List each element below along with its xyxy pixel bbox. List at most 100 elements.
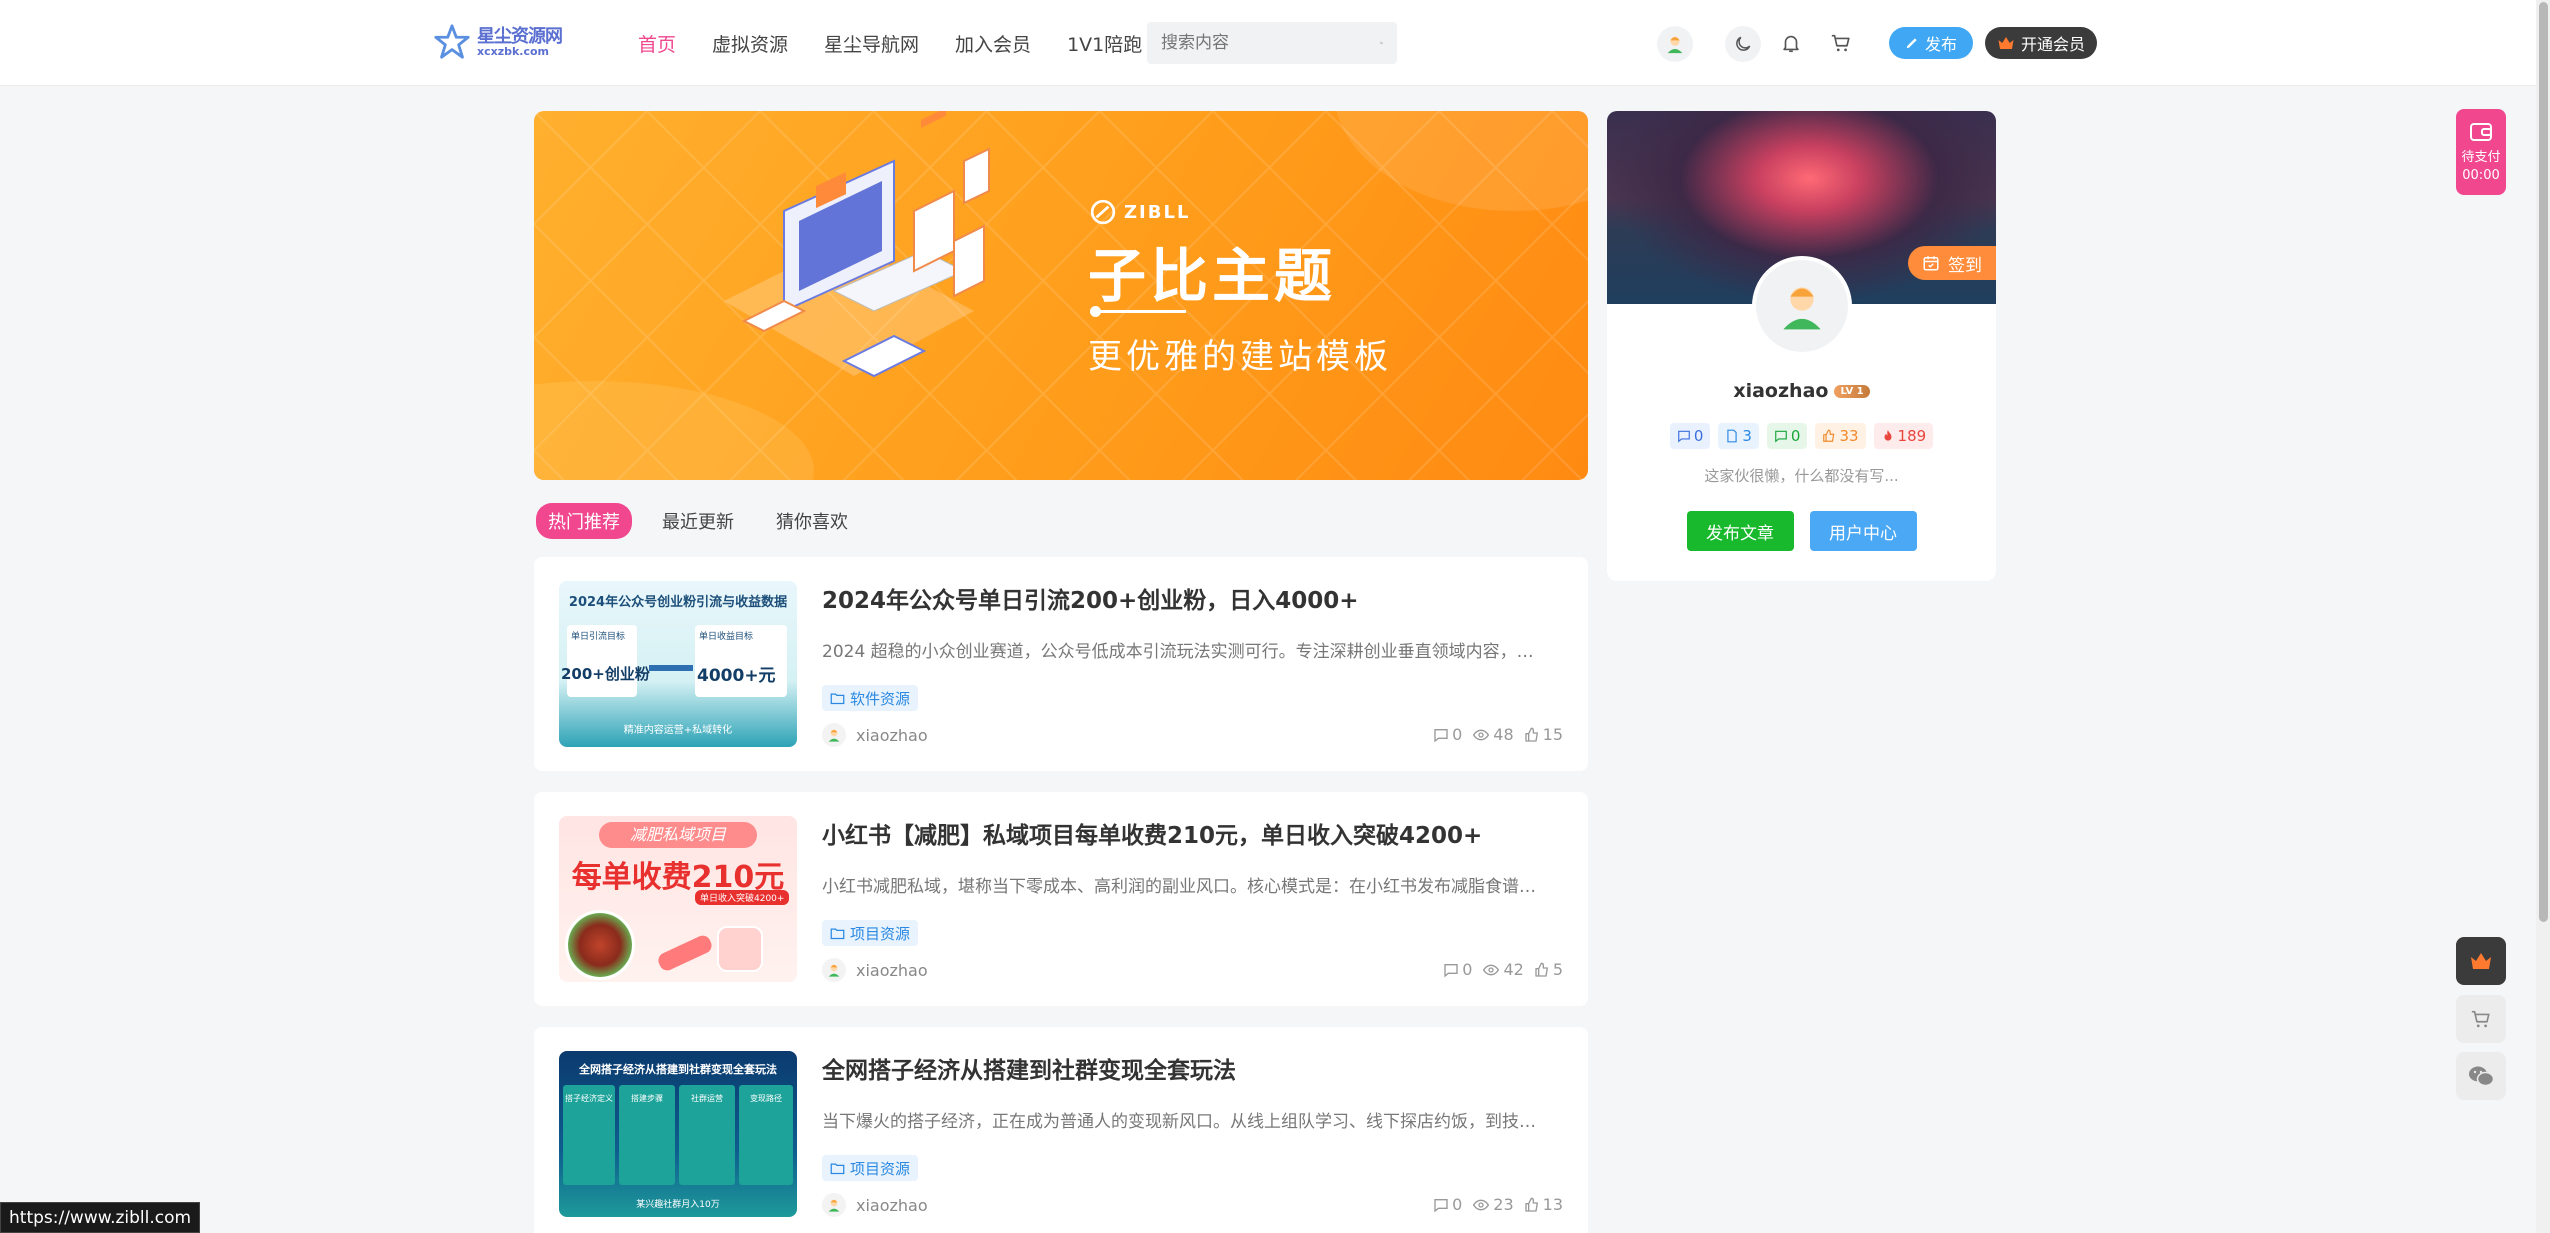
post-author[interactable]: xiaozhao: [822, 958, 928, 982]
post-card[interactable]: 2024年公众号创业粉引流与收益数据 单日引流目标 200+创业粉 单日收益目标…: [534, 557, 1588, 771]
stat-hot[interactable]: 189: [1873, 423, 1934, 449]
post-author[interactable]: xiaozhao: [822, 1193, 928, 1217]
author-avatar: [822, 958, 846, 982]
banner-brand: ZIBLL: [1090, 199, 1190, 225]
site-logo[interactable]: 星尘资源网 xcxzbk.com: [433, 20, 563, 64]
header-avatar[interactable]: [1657, 26, 1693, 62]
profile-username[interactable]: xiaozhao: [1733, 380, 1828, 402]
stat-messages-value: 0: [1790, 427, 1801, 445]
comment-count: 0: [1443, 960, 1472, 979]
stat-comments-value: 0: [1693, 427, 1704, 445]
sign-in-button[interactable]: 签到: [1908, 246, 1996, 280]
post-category-tag[interactable]: 项目资源: [822, 920, 919, 946]
pending-payment-label: 待支付: [2461, 150, 2501, 165]
pencil-icon: [1906, 38, 1917, 49]
float-vip-button[interactable]: [2456, 937, 2506, 985]
view-count-value: 42: [1503, 960, 1524, 979]
user-avatar-icon: [1667, 36, 1683, 54]
publish-article-button[interactable]: 发布文章: [1686, 511, 1794, 551]
publish-label: 发布: [1924, 35, 1957, 54]
like-count[interactable]: 5: [1534, 960, 1563, 979]
post-thumbnail[interactable]: 全网搭子经济从搭建到社群变现全套玩法 搭子经济定义 搭建步骤 社群运营 变现路径…: [559, 1051, 797, 1217]
tab-recent[interactable]: 最近更新: [650, 503, 746, 539]
nav-1v1[interactable]: 1V1陪跑: [1067, 30, 1142, 57]
stat-articles[interactable]: 3: [1718, 423, 1759, 449]
user-center-button[interactable]: 用户中心: [1809, 511, 1917, 551]
search-input[interactable]: [1161, 33, 1380, 53]
document-icon: [1727, 429, 1738, 443]
crown-icon: [1998, 37, 2014, 49]
comment-icon: [1434, 1198, 1448, 1212]
fire-icon: [1884, 430, 1892, 441]
profile-stats: 0 3 0 33 189: [1607, 423, 1996, 449]
star-logo-icon: [434, 24, 470, 59]
pending-payment-time: 00:00: [2462, 168, 2500, 183]
float-cart-button[interactable]: [2456, 995, 2506, 1043]
thumb-col-3: 社群运营: [691, 1094, 723, 1103]
like-count-value: 15: [1542, 725, 1563, 744]
profile-avatar[interactable]: [1752, 256, 1852, 356]
banner-divider: [1090, 310, 1186, 313]
thumb-heading: 全网搭子经济从搭建到社群变现全套玩法: [579, 1063, 777, 1076]
main-nav: 首页 虚拟资源 星尘导航网 加入会员 1V1陪跑: [638, 0, 1142, 86]
search-icon[interactable]: [1380, 32, 1383, 54]
nav-virtual-resources[interactable]: 虚拟资源: [712, 30, 788, 57]
logo-title: 星尘资源网: [477, 25, 563, 47]
thumbs-up-icon: [1524, 727, 1538, 742]
stat-articles-value: 3: [1742, 427, 1752, 445]
publish-button[interactable]: 发布: [1889, 27, 1973, 59]
thumb-col-4: 变现路径: [750, 1094, 782, 1103]
post-tag-label: 项目资源: [850, 924, 911, 943]
comment-icon: [1434, 728, 1448, 742]
float-wechat-button[interactable]: [2456, 1052, 2506, 1100]
comment-count: 0: [1433, 1195, 1462, 1214]
post-excerpt: 小红书减肥私域，堪称当下零成本、高利润的副业风口。核心模式是：在小红书发布减脂食…: [822, 877, 1536, 897]
user-avatar-icon: [828, 964, 840, 977]
stat-comments[interactable]: 0: [1669, 423, 1711, 449]
view-count-value: 23: [1493, 1195, 1514, 1214]
post-title[interactable]: 全网搭子经济从搭建到社群变现全套玩法: [822, 1051, 1236, 1085]
nav-join-member[interactable]: 加入会员: [955, 30, 1031, 57]
post-card[interactable]: 全网搭子经济从搭建到社群变现全套玩法 搭子经济定义 搭建步骤 社群运营 变现路径…: [534, 1027, 1588, 1233]
notification-button[interactable]: [1777, 29, 1805, 57]
open-vip-button[interactable]: 开通会员: [1985, 27, 2097, 59]
cart-button[interactable]: [1827, 29, 1855, 57]
view-count-value: 48: [1493, 725, 1514, 744]
eye-icon: [1473, 1199, 1490, 1210]
user-profile-card: 签到 xiaozhao LV 1 0 3 0 33 189 这家伙很懒，什么都没…: [1607, 111, 1996, 581]
post-title[interactable]: 2024年公众号单日引流200+创业粉，日入4000+: [822, 581, 1359, 615]
like-count[interactable]: 13: [1524, 1195, 1563, 1214]
post-category-tag[interactable]: 软件资源: [822, 685, 919, 711]
post-title[interactable]: 小红书【减肥】私域项目每单收费210元，单日收入突破4200+: [822, 816, 1482, 850]
scrollbar-thumb[interactable]: [2539, 2, 2548, 922]
comment-icon: [1444, 963, 1458, 977]
bell-icon: [1783, 35, 1799, 53]
crown-icon: [2471, 953, 2491, 969]
folder-icon: [830, 693, 845, 704]
thumb-col-1: 搭子经济定义: [565, 1094, 613, 1103]
post-category-tag[interactable]: 项目资源: [822, 1155, 919, 1181]
stat-likes[interactable]: 33: [1815, 423, 1866, 449]
like-count[interactable]: 15: [1524, 725, 1563, 744]
post-thumbnail[interactable]: 2024年公众号创业粉引流与收益数据 单日引流目标 200+创业粉 单日收益目标…: [559, 581, 797, 747]
post-tabs: 热门推荐 最近更新 猜你喜欢: [536, 503, 860, 539]
post-stats: 0 42 5: [1443, 960, 1563, 979]
nav-home[interactable]: 首页: [638, 30, 676, 57]
post-author[interactable]: xiaozhao: [822, 723, 928, 747]
post-thumbnail[interactable]: 减肥私域项目 每单收费210元 单日收入突破4200+: [559, 816, 797, 982]
tab-guess[interactable]: 猜你喜欢: [764, 503, 860, 539]
vip-label: 开通会员: [2020, 35, 2085, 54]
banner-brand-text: ZIBLL: [1124, 201, 1191, 223]
thumbs-up-icon: [1823, 429, 1835, 442]
nav-navigation-site[interactable]: 星尘导航网: [824, 30, 919, 57]
message-icon: [1775, 430, 1787, 443]
post-card[interactable]: 减肥私域项目 每单收费210元 单日收入突破4200+ 小红书【减肥】私域项目每…: [534, 792, 1588, 1006]
dark-mode-toggle[interactable]: [1725, 26, 1761, 62]
stat-messages[interactable]: 0: [1766, 423, 1808, 449]
pending-payment-float[interactable]: 待支付 00:00: [2456, 109, 2506, 195]
hero-banner[interactable]: ZIBLL 子比主题 更优雅的建站模板: [534, 111, 1588, 480]
author-avatar: [822, 723, 846, 747]
folder-icon: [830, 1163, 845, 1174]
sign-in-label: 签到: [1948, 255, 1982, 276]
tab-hot[interactable]: 热门推荐: [536, 503, 632, 539]
